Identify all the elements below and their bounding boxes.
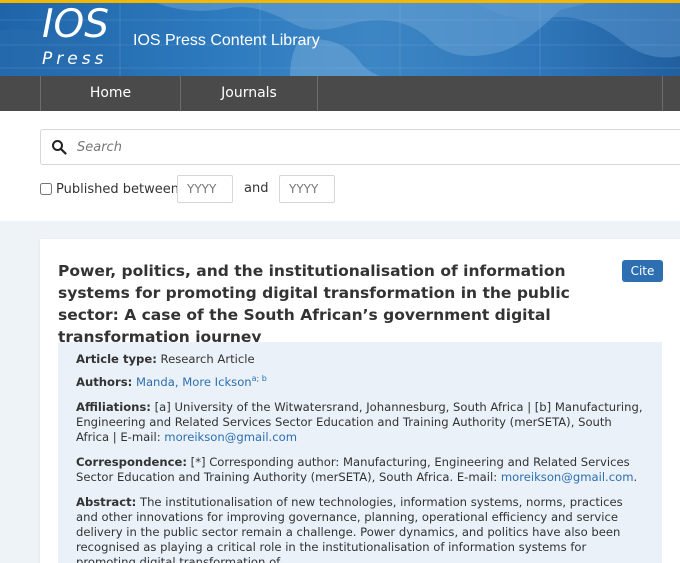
year-to-input[interactable] [279,175,335,203]
correspondence-email-link[interactable]: moreikson@gmail.com [501,470,634,484]
search-icon[interactable] [51,139,67,155]
correspondence-period: . [633,470,638,484]
affiliation-a-marker: [a] [154,400,171,414]
affiliation-a-text: University of the Witwatersrand, Johanne… [174,400,532,414]
and-label: and [244,181,269,196]
correspondence-label: Correspondence: [76,455,187,469]
abstract-text: The institutionalisation of new technolo… [76,495,623,563]
site-title[interactable]: IOS Press Content Library [133,33,320,49]
nav-item-home[interactable]: Home [40,76,180,111]
cite-button[interactable]: Cite [622,260,663,282]
article-type-label: Article type: [76,352,157,366]
authors-label: Authors: [76,375,133,389]
main-nav: Home Journals [0,76,680,111]
logo-press[interactable]: Press [42,51,107,68]
published-between-checkbox[interactable] [40,183,52,195]
year-from-input[interactable] [177,175,233,203]
article-type-row: Article type: Research Article [76,352,644,367]
published-between-filter[interactable]: Published between: [40,181,183,197]
published-between-label: Published between: [56,181,184,197]
search-input[interactable] [77,130,677,164]
article-card: Power, politics, and the institutionalis… [40,239,680,563]
abstract-label: Abstract: [76,495,137,509]
search-box [40,129,680,165]
nav-item-journals[interactable]: Journals [180,76,318,111]
nav-divider [662,76,663,111]
logo-ios[interactable]: IOS [42,5,109,44]
article-metadata: Article type: Research Article Authors: … [58,342,662,563]
correspondence-row: Correspondence: [*] Corresponding author… [76,455,644,485]
author-affiliation-markers: a; b [251,374,267,384]
article-type-value: Research Article [160,352,255,366]
affiliation-b-marker: [b] [534,400,552,414]
article-title: Power, politics, and the institutionalis… [58,262,570,346]
affiliation-email-link[interactable]: moreikson@gmail.com [164,430,297,444]
authors-row: Authors: Manda, More Icksona; b [76,375,644,390]
affiliations-label: Affiliations: [76,400,151,414]
site-header: IOS Press IOS Press Content Library [0,0,680,76]
abstract-row: Abstract: The institutionalisation of ne… [76,495,644,563]
author-link[interactable]: Manda, More Ickson [136,375,252,389]
affiliations-row: Affiliations: [a] University of the Witw… [76,400,644,445]
